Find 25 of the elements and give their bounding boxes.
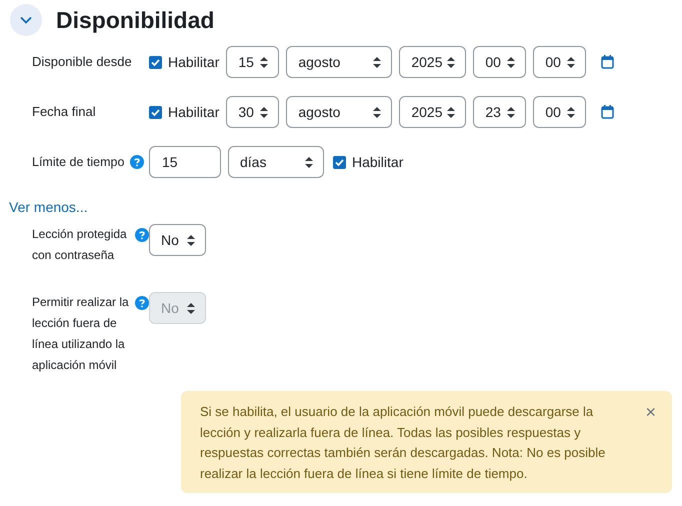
section-title: Disponibilidad: [56, 6, 214, 35]
alert-text: Si se habilita, el usuario de la aplicación móvil puede descargarse la lección y realizarla fuera de línea. Todas las posibles respuestas y respuestas correctas también serán descargadas. Nota: No es posible realizar la lección fuera de línea si tiene límite de tiempo.: [200, 403, 606, 483]
checkbox-label: Habilitar: [352, 152, 404, 172]
time-limit-input[interactable]: 15: [149, 146, 221, 178]
select-field[interactable]: 23: [473, 96, 526, 128]
checkbox-label: Habilitar: [168, 102, 220, 122]
field-label: Disponible desde: [31, 53, 133, 72]
select-field[interactable]: 00: [473, 46, 526, 78]
select-field[interactable]: agosto: [286, 96, 392, 128]
select-field[interactable]: 2025: [399, 96, 466, 128]
field-label: Fecha final: [31, 103, 97, 122]
select-field[interactable]: 15: [226, 46, 280, 78]
select-field[interactable]: días: [228, 146, 324, 178]
field-label: Permitir realizar la lección fuera de línea utilizando la aplicación móvil: [32, 294, 130, 374]
field-label: Lección protegida con contraseña: [32, 226, 128, 264]
close-button[interactable]: ×: [645, 402, 656, 422]
select-field[interactable]: 00: [533, 46, 586, 78]
select-field[interactable]: 2025: [399, 46, 466, 78]
checkbox-label: Habilitar: [168, 52, 220, 72]
select-field[interactable]: 00: [533, 96, 586, 128]
show-less-link[interactable]: Ver menos...: [0, 197, 88, 218]
select-field[interactable]: 30: [226, 96, 280, 128]
select-field[interactable]: agosto: [286, 46, 392, 78]
field-label: Límite de tiempo: [32, 154, 124, 171]
select-field[interactable]: No: [149, 224, 206, 256]
